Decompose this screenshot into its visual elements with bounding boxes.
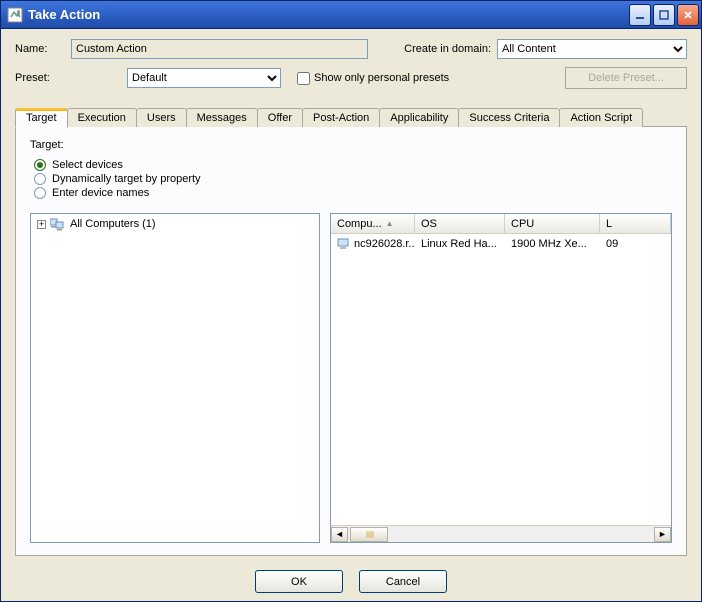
- column-computer[interactable]: Compu... ▲: [331, 214, 415, 233]
- delete-preset-button: Delete Preset...: [565, 67, 687, 89]
- tabbar: Target Execution Users Messages Offer Po…: [15, 108, 687, 127]
- target-heading: Target:: [30, 139, 672, 151]
- radio-unselected-icon: [34, 173, 46, 185]
- take-action-window: Take Action Name: Create in domain: All …: [0, 0, 702, 602]
- show-personal-label: Show only personal presets: [314, 72, 449, 84]
- scroll-thumb[interactable]: [350, 527, 388, 542]
- titlebar[interactable]: Take Action: [1, 1, 701, 29]
- preset-select[interactable]: Default: [127, 68, 281, 88]
- tab-execution[interactable]: Execution: [67, 108, 137, 127]
- app-icon: [7, 7, 23, 23]
- preset-label: Preset:: [15, 72, 65, 84]
- sort-ascending-icon: ▲: [386, 219, 394, 228]
- scroll-left-button[interactable]: ◄: [331, 527, 348, 542]
- close-button[interactable]: [677, 4, 699, 26]
- cell-os: Linux Red Ha...: [415, 236, 505, 252]
- tree-root-label: All Computers (1): [70, 218, 156, 230]
- radio-dynamic-target[interactable]: Dynamically target by property: [34, 173, 672, 185]
- show-personal-checkbox-input[interactable]: [297, 72, 310, 85]
- radio-select-devices[interactable]: Select devices: [34, 159, 672, 171]
- tab-applicability[interactable]: Applicability: [379, 108, 459, 127]
- tree-root-row[interactable]: + All Computers (1): [31, 214, 319, 234]
- radio-unselected-icon: [34, 187, 46, 199]
- radio-selected-icon: [34, 159, 46, 171]
- tab-post-action[interactable]: Post-Action: [302, 108, 380, 127]
- cell-computer: nc926028.r...: [354, 238, 415, 250]
- tab-users[interactable]: Users: [136, 108, 187, 127]
- tree-pane[interactable]: + All Computers (1): [30, 213, 320, 543]
- list-pane[interactable]: Compu... ▲ OS CPU L: [330, 213, 672, 543]
- scroll-right-button[interactable]: ►: [654, 527, 671, 542]
- radio-enter-device-names[interactable]: Enter device names: [34, 187, 672, 199]
- computer-icon: [337, 238, 351, 250]
- minimize-button[interactable]: [629, 4, 651, 26]
- tab-action-script[interactable]: Action Script: [559, 108, 643, 127]
- list-row[interactable]: nc926028.r... Linux Red Ha... 1900 MHz X…: [331, 234, 671, 252]
- list-header: Compu... ▲ OS CPU L: [331, 214, 671, 234]
- title: Take Action: [7, 7, 629, 23]
- horizontal-scrollbar[interactable]: ◄ ►: [331, 525, 671, 542]
- column-os[interactable]: OS: [415, 214, 505, 233]
- title-text: Take Action: [28, 7, 100, 22]
- column-last[interactable]: L: [600, 214, 671, 233]
- computer-group-icon: [50, 217, 66, 231]
- domain-label: Create in domain:: [404, 43, 491, 55]
- chevron-right-icon: ►: [658, 529, 667, 539]
- chevron-left-icon: ◄: [335, 529, 344, 539]
- tree-expand-icon[interactable]: +: [37, 220, 46, 229]
- tab-offer[interactable]: Offer: [257, 108, 303, 127]
- domain-select[interactable]: All Content: [497, 39, 687, 59]
- tab-panel-target: Target: Select devices Dynamically targe…: [15, 126, 687, 556]
- cell-cpu: 1900 MHz Xe...: [505, 236, 600, 252]
- cell-last: 09: [600, 236, 671, 252]
- radio-enter-device-names-label: Enter device names: [52, 187, 149, 199]
- tab-target[interactable]: Target: [15, 108, 68, 128]
- name-input[interactable]: [71, 39, 368, 59]
- column-cpu[interactable]: CPU: [505, 214, 600, 233]
- tab-success-criteria[interactable]: Success Criteria: [458, 108, 560, 127]
- radio-select-devices-label: Select devices: [52, 159, 123, 171]
- radio-dynamic-target-label: Dynamically target by property: [52, 173, 201, 185]
- name-label: Name:: [15, 43, 65, 55]
- maximize-button[interactable]: [653, 4, 675, 26]
- list-body: nc926028.r... Linux Red Ha... 1900 MHz X…: [331, 234, 671, 525]
- tab-messages[interactable]: Messages: [186, 108, 258, 127]
- cancel-button[interactable]: Cancel: [359, 570, 447, 593]
- scroll-track[interactable]: [348, 527, 654, 542]
- ok-button[interactable]: OK: [255, 570, 343, 593]
- show-personal-checkbox[interactable]: Show only personal presets: [297, 72, 449, 85]
